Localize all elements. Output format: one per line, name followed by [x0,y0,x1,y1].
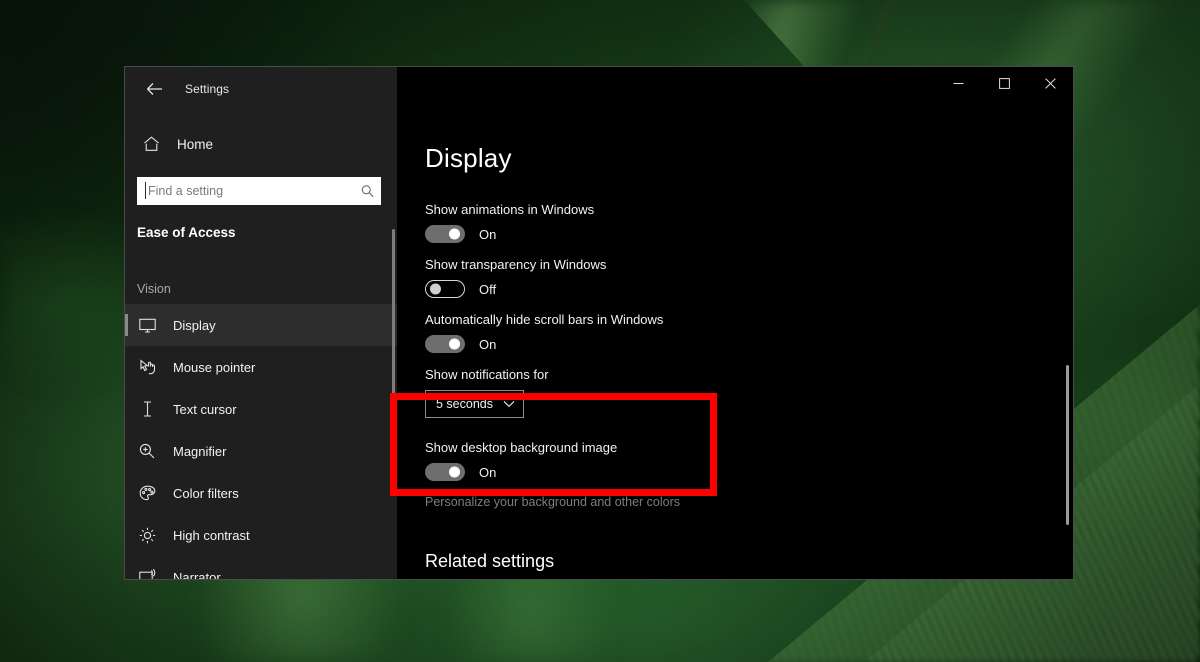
toggle-state-label: On [479,464,497,480]
magnifier-icon [137,443,157,459]
back-arrow-icon[interactable] [141,76,167,102]
setting-show-transparency: Show transparency in Windows Off [425,257,1073,298]
mouse-pointer-icon [137,358,157,376]
sidebar-item-label: Text cursor [173,401,237,417]
desktop-background-toggle[interactable] [425,463,465,481]
hide-scrollbars-toggle[interactable] [425,335,465,353]
window-title: Settings [185,82,230,96]
main-content: Display Show animations in Windows On Sh… [397,111,1073,579]
sidebar-item-narrator[interactable]: Narrator [125,556,397,579]
monitor-icon [137,318,157,333]
related-settings-heading: Related settings [425,551,555,571]
title-bar-left: Settings [125,67,397,111]
sidebar-item-label: Narrator [173,569,221,580]
page-title: Display [425,143,512,173]
toggle-state-label: On [479,336,497,352]
sidebar-item-mouse-pointer[interactable]: Mouse pointer [125,346,397,388]
sidebar-item-label: High contrast [173,527,250,543]
content-scrollbar[interactable] [1066,365,1069,525]
setting-show-notifications-for: Show notifications for 5 seconds [425,367,1073,418]
sidebar-scroll-area: Home Find a setting Ease of Access Visio… [125,125,397,579]
window-body: Home Find a setting Ease of Access Visio… [125,111,1073,579]
search-container [125,163,397,205]
setting-label: Show desktop background image [425,440,618,455]
toggle-knob [449,228,460,240]
sidebar-item-label: Color filters [173,485,239,501]
setting-show-animations: Show animations in Windows On [425,202,1073,243]
chevron-down-icon [503,400,515,408]
setting-label: Show notifications for [425,367,549,382]
desktop-background: Settings Home Find a setting Ease of Acc… [0,0,1200,662]
narrator-icon [137,569,157,579]
toggle-row: Off [425,280,1073,298]
search-box[interactable] [137,177,381,205]
home-icon [141,136,161,152]
toggle-knob [449,466,460,478]
sidebar-item-text-cursor[interactable]: Text cursor [125,388,397,430]
settings-window: Settings Home Find a setting Ease of Acc… [124,66,1074,580]
maximize-icon[interactable] [981,67,1027,99]
sidebar-item-display[interactable]: Display [125,304,397,346]
sidebar-item-high-contrast[interactable]: High contrast [125,514,397,556]
dropdown-value: 5 seconds [436,397,493,411]
toggle-row: On [425,335,1073,353]
search-text-caret [145,182,146,199]
toggle-knob [430,283,441,295]
sidebar-category-title: Ease of Access [137,225,236,240]
sun-icon [137,527,157,544]
title-bar-right [397,67,1073,111]
toggle-row: On [425,225,1073,243]
toggle-knob [449,338,460,350]
notification-duration-dropdown[interactable]: 5 seconds [425,390,524,418]
search-icon [361,185,374,198]
search-input[interactable] [145,184,355,198]
sidebar-item-label: Mouse pointer [173,359,256,375]
setting-hide-scrollbars: Automatically hide scroll bars in Window… [425,312,1073,353]
title-bar: Settings [125,67,1073,111]
sidebar-group-title: Vision [137,282,171,296]
personalize-background-link[interactable]: Personalize your background and other co… [425,495,1073,509]
sidebar-scrollbar[interactable] [392,229,395,415]
show-transparency-toggle[interactable] [425,280,465,298]
palette-icon [137,485,157,502]
toggle-state-label: On [479,226,497,242]
setting-show-desktop-background: Show desktop background image On Persona… [425,440,1073,509]
toggle-row: On [425,463,1073,481]
sidebar: Home Find a setting Ease of Access Visio… [125,111,397,579]
setting-label: Show transparency in Windows [425,257,607,272]
show-animations-toggle[interactable] [425,225,465,243]
sidebar-home-label: Home [177,136,214,152]
toggle-state-label: Off [479,281,497,297]
sidebar-item-home[interactable]: Home [125,125,397,163]
sidebar-item-label: Display [173,317,216,333]
sidebar-item-color-filters[interactable]: Color filters [125,472,397,514]
caption-buttons [935,67,1073,99]
text-cursor-icon [137,401,157,417]
close-icon[interactable] [1027,67,1073,99]
minimize-icon[interactable] [935,67,981,99]
setting-label: Show animations in Windows [425,202,595,217]
sidebar-item-magnifier[interactable]: Magnifier [125,430,397,472]
sidebar-item-label: Magnifier [173,443,227,459]
setting-label: Automatically hide scroll bars in Window… [425,312,664,327]
